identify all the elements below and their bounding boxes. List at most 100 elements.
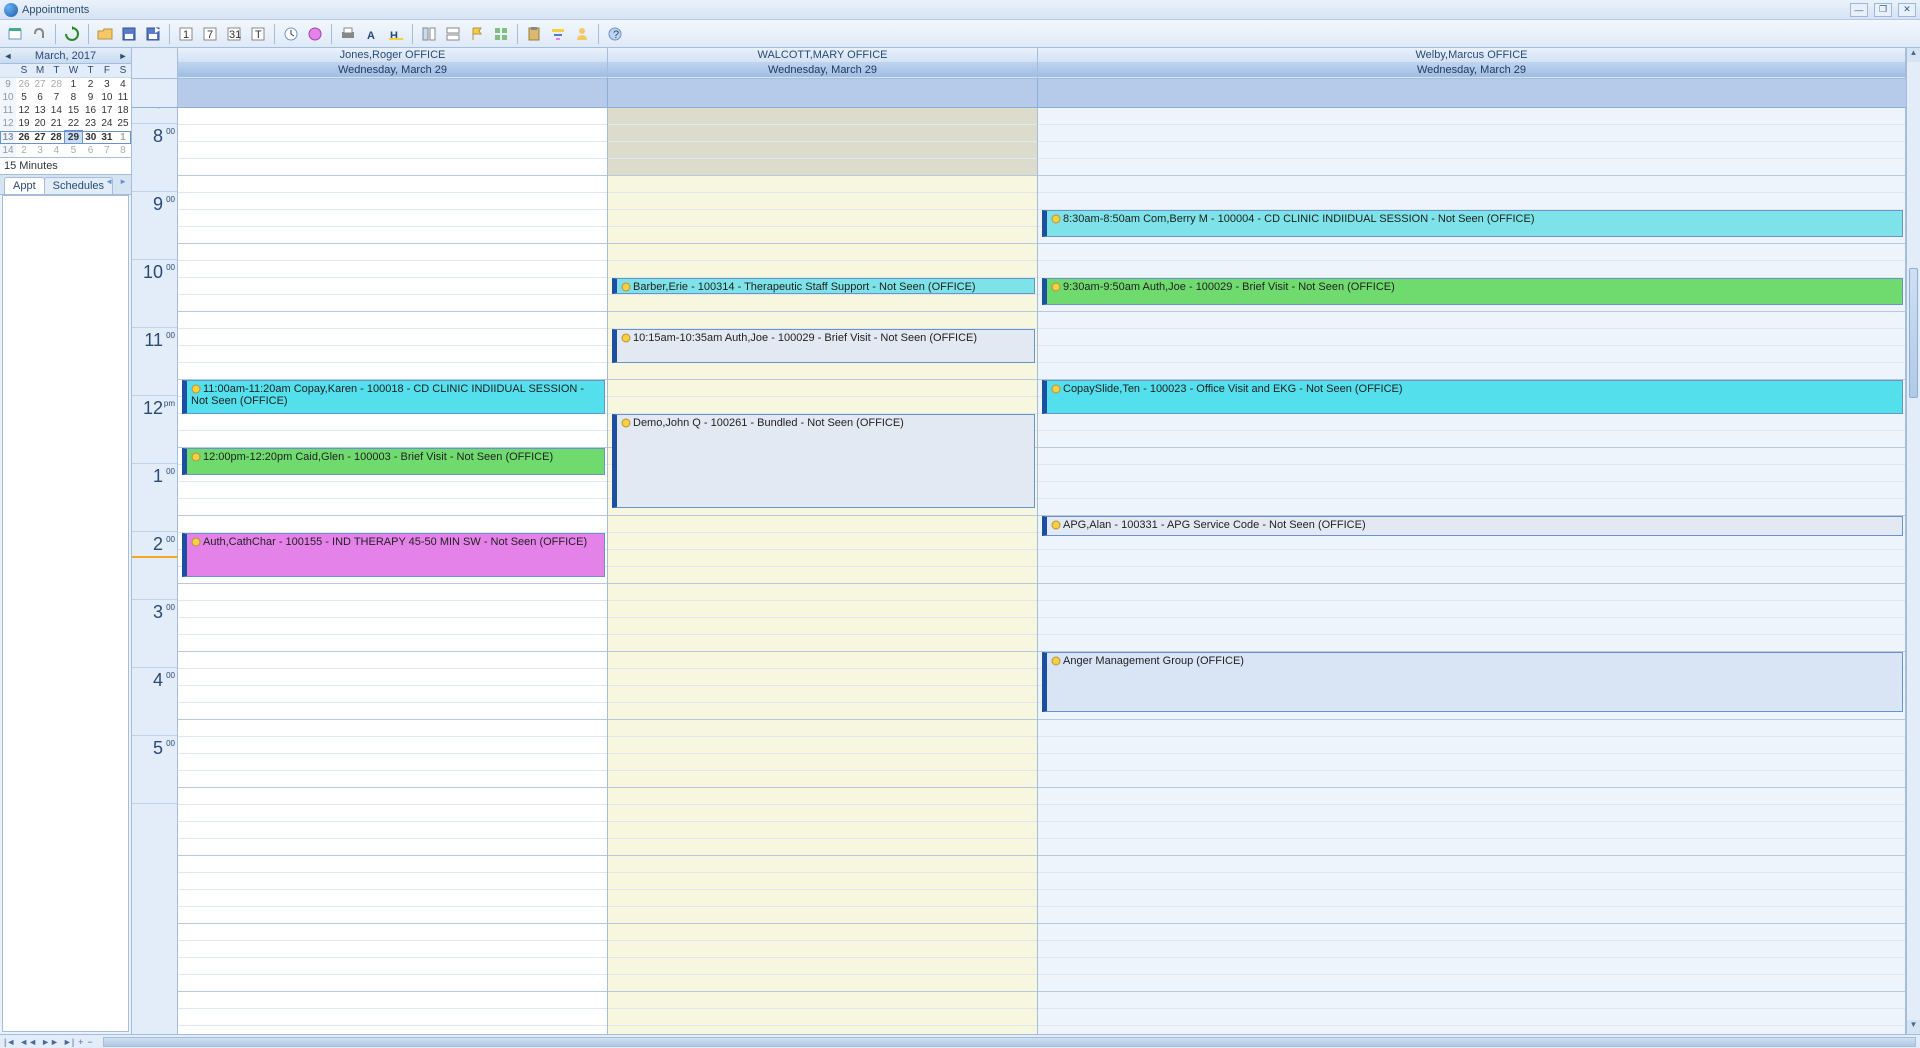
appointment[interactable]: 9:30am-9:50am Auth,Joe - 100029 - Brief … <box>1042 278 1903 305</box>
allday-cell[interactable] <box>1038 79 1906 107</box>
provider-column[interactable]: Barber,Erie - 100314 - Therapeutic Staff… <box>608 108 1038 1034</box>
appointment[interactable]: Auth,CathChar - 100155 - IND THERAPY 45-… <box>182 533 605 577</box>
help-button[interactable]: ? <box>604 23 626 45</box>
month-view-button[interactable]: 31 <box>223 23 245 45</box>
calendar-day[interactable]: 2 <box>16 144 32 158</box>
calendar-day[interactable]: 1 <box>65 78 82 92</box>
allday-cell[interactable] <box>608 79 1038 107</box>
provider-column[interactable]: 11:00am-11:20am Copay,Karen - 100018 - C… <box>178 108 608 1034</box>
calendar-day[interactable]: 28 <box>48 78 65 92</box>
hscroll-thumb[interactable] <box>104 1038 1915 1046</box>
save-button[interactable] <box>118 23 140 45</box>
calendar-day[interactable]: 12 <box>16 104 32 117</box>
lab-button[interactable] <box>304 23 326 45</box>
interval-label[interactable]: 15 Minutes <box>0 157 131 175</box>
scroll-down-button[interactable]: ▼ <box>1907 1020 1920 1034</box>
calendar-day[interactable]: 3 <box>32 144 48 158</box>
appointment[interactable]: Barber,Erie - 100314 - Therapeutic Staff… <box>612 278 1035 294</box>
allday-cell[interactable] <box>178 79 608 107</box>
scroll-thumb[interactable] <box>1909 268 1918 398</box>
first-record-button[interactable]: |◄ <box>4 1037 15 1047</box>
calendar-day[interactable]: 31 <box>99 131 115 144</box>
week-view-button[interactable]: 7 <box>199 23 221 45</box>
day-view-button[interactable]: 1 <box>175 23 197 45</box>
last-record-button[interactable]: ►| <box>63 1037 74 1047</box>
allday-row[interactable] <box>132 79 1920 108</box>
calendar-day[interactable]: 26 <box>16 131 32 144</box>
text-view-button[interactable]: T <box>247 23 269 45</box>
tab-appt[interactable]: Appt <box>4 177 45 194</box>
flag-button[interactable] <box>466 23 488 45</box>
appointment[interactable]: Anger Management Group (OFFICE) <box>1042 652 1903 712</box>
prev-month-button[interactable]: ◄ <box>3 51 13 61</box>
toggle-2-button[interactable] <box>442 23 464 45</box>
open-folder-button[interactable] <box>94 23 116 45</box>
calendar-day[interactable]: 17 <box>99 104 115 117</box>
calendar-day[interactable]: 25 <box>115 117 131 131</box>
provider-header[interactable]: WALCOTT,MARY OFFICEWednesday, March 29 <box>608 48 1038 78</box>
tab-schedules[interactable]: Schedules <box>44 177 113 194</box>
calendar-day[interactable]: 30 <box>82 131 99 144</box>
provider-column[interactable]: 8:30am-8:50am Com,Berry M - 100004 - CD … <box>1038 108 1906 1034</box>
calendar-day[interactable]: 16 <box>82 104 99 117</box>
calendar-day[interactable]: 6 <box>32 91 48 104</box>
user-button[interactable] <box>571 23 593 45</box>
mini-calendar[interactable]: SMTWTFS926272812341056789101111121314151… <box>0 64 131 157</box>
calendar-day[interactable]: 8 <box>65 91 82 104</box>
calendar-day[interactable]: 28 <box>48 131 65 144</box>
highlight-button[interactable]: H <box>385 23 407 45</box>
save-as-button[interactable]: ▸ <box>142 23 164 45</box>
appointment[interactable]: 10:15am-10:35am Auth,Joe - 100029 - Brie… <box>612 329 1035 363</box>
calendar-day[interactable]: 2 <box>82 78 99 92</box>
next-record-button[interactable]: ►► <box>41 1037 59 1047</box>
prev-record-button[interactable]: ◄◄ <box>19 1037 37 1047</box>
calendar-day[interactable]: 7 <box>48 91 65 104</box>
toggle-1-button[interactable] <box>418 23 440 45</box>
calendar-day[interactable]: 18 <box>115 104 131 117</box>
calendar-day[interactable]: 5 <box>65 144 82 158</box>
calendar-day[interactable]: 19 <box>16 117 32 131</box>
calendar-day[interactable]: 15 <box>65 104 82 117</box>
tab-prev-button[interactable]: ◄ <box>105 177 113 186</box>
appointment[interactable]: Demo,John Q - 100261 - Bundled - Not See… <box>612 414 1035 508</box>
calendar-day[interactable]: 10 <box>99 91 115 104</box>
appointment[interactable]: 12:00pm-12:20pm Caid,Glen - 100003 - Bri… <box>182 448 605 475</box>
calendar-day[interactable]: 29 <box>65 131 82 144</box>
calendar-day[interactable]: 6 <box>82 144 99 158</box>
calendar-day[interactable]: 4 <box>115 78 131 92</box>
filter-button[interactable] <box>547 23 569 45</box>
calendar-day[interactable]: 21 <box>48 117 65 131</box>
scroll-up-button[interactable]: ▲ <box>1907 48 1920 62</box>
next-month-button[interactable]: ► <box>118 51 128 61</box>
calendar-day[interactable]: 4 <box>48 144 65 158</box>
provider-header[interactable]: Jones,Roger OFFICEWednesday, March 29 <box>178 48 608 78</box>
print-button[interactable] <box>337 23 359 45</box>
calendar-day[interactable]: 11 <box>115 91 131 104</box>
calendar-day[interactable]: 13 <box>32 104 48 117</box>
font-button[interactable]: A <box>361 23 383 45</box>
vertical-scrollbar[interactable]: ▲ ▼ <box>1906 48 1920 1034</box>
calendar-day[interactable]: 8 <box>115 144 131 158</box>
clipboard-button[interactable] <box>523 23 545 45</box>
calendar-day[interactable]: 9 <box>82 91 99 104</box>
tab-next-button[interactable]: ► <box>119 177 127 186</box>
calendar-day[interactable]: 27 <box>32 131 48 144</box>
calendar-day[interactable]: 24 <box>99 117 115 131</box>
refresh-button[interactable] <box>61 23 83 45</box>
add-button[interactable]: + <box>78 1037 83 1047</box>
new-appt-button[interactable] <box>4 23 26 45</box>
calendar-day[interactable]: 5 <box>16 91 32 104</box>
calendar-day[interactable]: 14 <box>48 104 65 117</box>
calendar-day[interactable]: 7 <box>99 144 115 158</box>
appointment[interactable]: CopaySlide,Ten - 100023 - Office Visit a… <box>1042 380 1903 414</box>
calendar-day[interactable]: 22 <box>65 117 82 131</box>
provider-header[interactable]: Welby,Marcus OFFICEWednesday, March 29 <box>1038 48 1906 78</box>
calendar-day[interactable]: 27 <box>32 78 48 92</box>
minimize-button[interactable]: — <box>1850 3 1868 17</box>
appointment[interactable]: APG,Alan - 100331 - APG Service Code - N… <box>1042 516 1903 536</box>
calendar-day[interactable]: 3 <box>99 78 115 92</box>
clock-button[interactable] <box>280 23 302 45</box>
grid-button[interactable] <box>490 23 512 45</box>
calendar-day[interactable]: 1 <box>115 131 131 144</box>
horizontal-scrollbar[interactable] <box>103 1037 1916 1047</box>
